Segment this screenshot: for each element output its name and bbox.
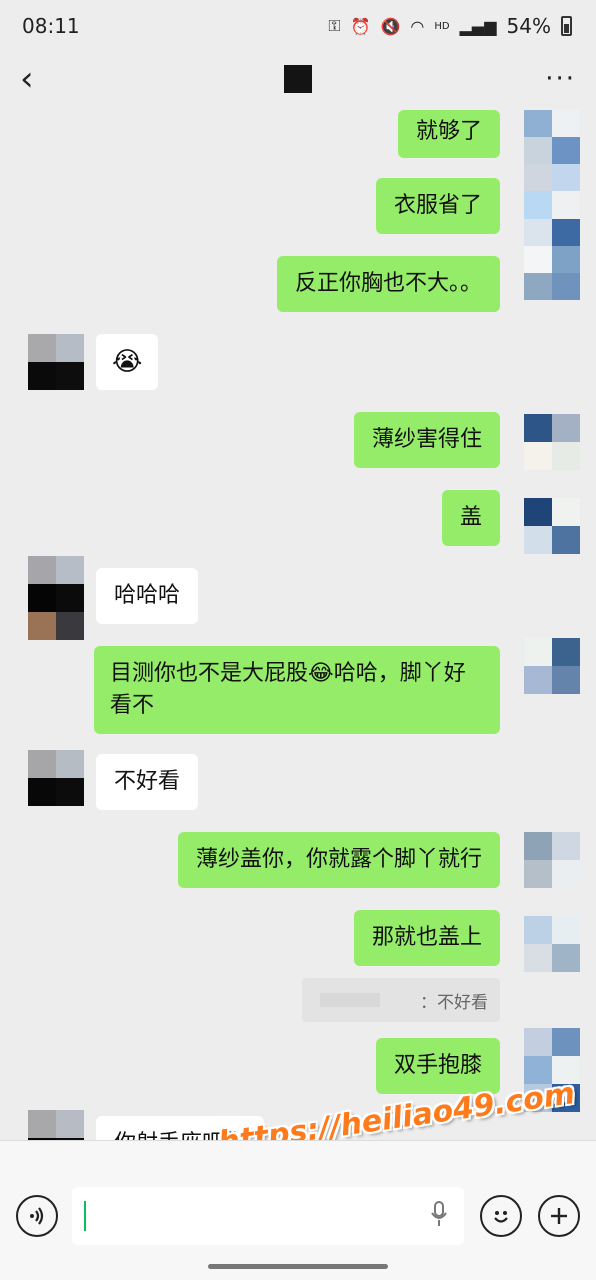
key-icon: ⚿ bbox=[328, 16, 341, 35]
message-bubble-in[interactable]: 不好看 bbox=[96, 754, 199, 810]
plus-icon[interactable] bbox=[538, 1195, 580, 1237]
avatar[interactable] bbox=[28, 556, 84, 640]
message-bubble-out[interactable]: 目测你也不是大屁股😂哈哈，脚丫好看不 bbox=[94, 646, 500, 734]
voice-icon[interactable] bbox=[16, 1195, 58, 1237]
message-bubble-out[interactable]: 那就也盖上 bbox=[353, 910, 500, 966]
avatar[interactable] bbox=[28, 334, 84, 390]
contact-name-redacted bbox=[284, 65, 312, 93]
avatar[interactable] bbox=[524, 832, 580, 888]
avatar[interactable] bbox=[524, 414, 580, 470]
avatar[interactable] bbox=[524, 916, 580, 972]
signal-icon: ▂▄▆ bbox=[459, 16, 497, 36]
message-bubble-out[interactable]: 薄纱害得住 bbox=[353, 412, 500, 468]
message-bubble-out[interactable]: 盖 bbox=[441, 490, 500, 546]
message-bubble-out[interactable]: 衣服省了 bbox=[375, 178, 500, 234]
avatar[interactable] bbox=[28, 1110, 84, 1140]
message-bubble-out[interactable]: 双手抱膝 bbox=[375, 1038, 500, 1094]
battery-icon bbox=[561, 16, 572, 36]
message-bubble-out[interactable]: 薄纱盖你，你就露个脚丫就行 bbox=[177, 832, 500, 888]
chat-header: ‹ ··· bbox=[0, 52, 596, 106]
quoted-text: ：不好看 bbox=[420, 992, 488, 1013]
status-bar: 08:11 ⚿ ⏰ 🔇 ◠ HD ▂▄▆ 54% bbox=[0, 0, 596, 52]
alarm-icon: ⏰ bbox=[350, 16, 371, 36]
avatar[interactable] bbox=[524, 638, 580, 694]
status-time: 08:11 bbox=[22, 14, 80, 38]
quoted-message[interactable]: ：不好看 bbox=[302, 978, 500, 1022]
mic-icon[interactable] bbox=[430, 1201, 448, 1233]
emoji-icon[interactable] bbox=[480, 1195, 522, 1237]
message-input[interactable] bbox=[72, 1187, 464, 1245]
input-bar bbox=[0, 1140, 596, 1280]
more-icon[interactable]: ··· bbox=[536, 64, 576, 94]
avatar[interactable] bbox=[524, 110, 580, 300]
mute-icon: 🔇 bbox=[380, 16, 401, 36]
message-bubble-out[interactable]: 就够了 bbox=[397, 110, 500, 158]
quoted-sender-redacted bbox=[320, 993, 380, 1007]
avatar[interactable] bbox=[28, 750, 84, 806]
status-icons: ⚿ ⏰ 🔇 ◠ HD ▂▄▆ 54% bbox=[328, 14, 572, 38]
text-caret bbox=[84, 1201, 86, 1231]
chat-area[interactable]: 就够了 衣服省了 反正你胸也不大。。 😭 薄纱害得住 盖 哈哈哈 目测你也不是大… bbox=[0, 110, 596, 1140]
avatar[interactable] bbox=[524, 498, 580, 554]
chevron-left-icon[interactable]: ‹ bbox=[20, 62, 60, 96]
wifi-icon: ◠ bbox=[410, 16, 425, 36]
message-bubble-out[interactable]: 反正你胸也不大。。 bbox=[276, 256, 500, 312]
network-label: HD bbox=[434, 20, 450, 32]
home-indicator[interactable] bbox=[208, 1264, 388, 1269]
message-bubble-in[interactable]: 哈哈哈 bbox=[96, 568, 199, 624]
message-bubble-in[interactable]: 😭 bbox=[96, 334, 159, 390]
battery-percent: 54% bbox=[506, 14, 551, 38]
